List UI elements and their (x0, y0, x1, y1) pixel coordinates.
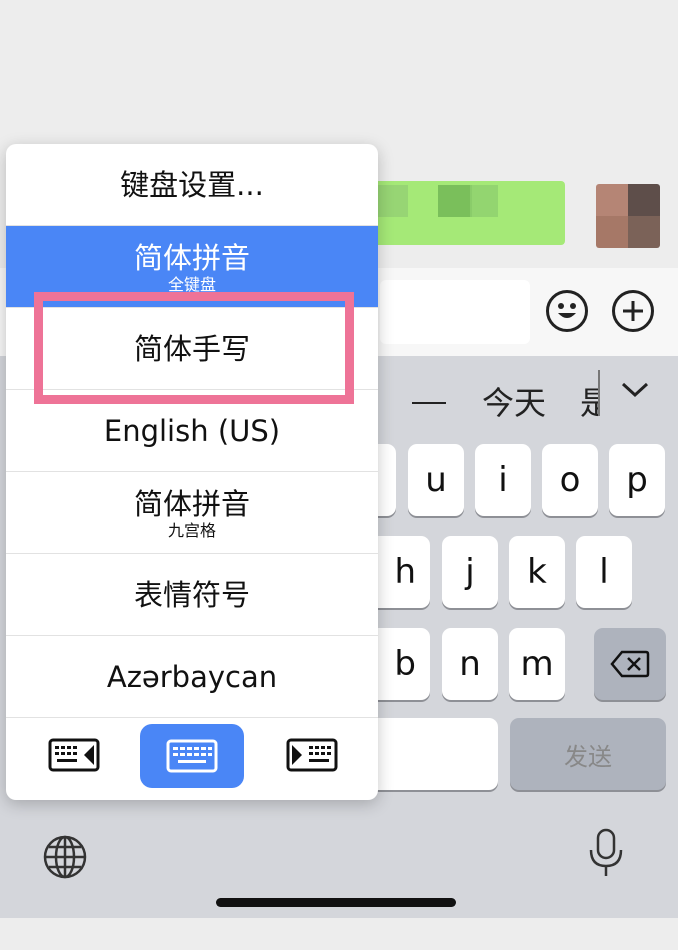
plus-icon[interactable] (612, 290, 654, 332)
menu-item-sublabel: 全键盘 (167, 274, 216, 294)
key-n[interactable]: n (442, 628, 498, 700)
menu-item-label: 简体拼音 (133, 486, 250, 521)
microphone-icon[interactable] (586, 828, 626, 884)
key-u[interactable]: u (408, 444, 464, 516)
candidate-word[interactable]: 今天 (482, 378, 546, 424)
chevron-down-icon[interactable] (620, 380, 650, 404)
keyboard-full-button[interactable] (140, 724, 244, 788)
blurred-content (470, 185, 498, 217)
emoji-icon[interactable] (546, 290, 588, 332)
candidate-divider (598, 370, 600, 416)
keyboard-right-icon[interactable] (286, 738, 338, 776)
home-indicator (216, 898, 456, 907)
key-m[interactable]: m (509, 628, 565, 700)
keyboard-left-icon[interactable] (48, 738, 100, 776)
menu-item-label: 简体拼音 (133, 240, 250, 275)
avatar[interactable] (596, 184, 660, 248)
keyboard-full-icon (166, 739, 218, 773)
blurred-content (378, 185, 408, 217)
input-method-menu: 键盘设置... 简体拼音 全键盘 简体手写 English (US) 简体拼音 … (6, 144, 378, 800)
menu-item-emoji[interactable]: 表情符号 (6, 554, 378, 636)
backspace-key[interactable] (594, 628, 666, 700)
highlight-annotation (34, 292, 354, 404)
menu-item-keyboard-settings[interactable]: 键盘设置... (6, 144, 378, 226)
key-l[interactable]: l (576, 536, 632, 608)
menu-item-sublabel: 九宫格 (167, 520, 216, 540)
menu-item-pinyin-9key[interactable]: 简体拼音 九宫格 (6, 472, 378, 554)
key-p[interactable]: p (609, 444, 665, 516)
key-o[interactable]: o (542, 444, 598, 516)
backspace-icon (610, 650, 650, 678)
send-button[interactable]: 发送 (510, 718, 666, 790)
menu-item-azerbaijani[interactable]: Azərbaycan (6, 636, 378, 718)
key-k[interactable]: k (509, 536, 565, 608)
blurred-content (438, 185, 472, 217)
candidate-word-partial[interactable]: 是 (580, 378, 598, 424)
globe-icon[interactable] (42, 834, 88, 884)
message-input[interactable] (380, 280, 530, 344)
key-i[interactable]: i (475, 444, 531, 516)
menu-item-label: 键盘设置... (120, 167, 264, 202)
menu-item-label: Azərbaycan (106, 659, 278, 694)
menu-item-label: English (US) (103, 413, 281, 448)
candidate-dash[interactable] (412, 402, 446, 404)
menu-item-label: 表情符号 (133, 577, 250, 612)
key-j[interactable]: j (442, 536, 498, 608)
